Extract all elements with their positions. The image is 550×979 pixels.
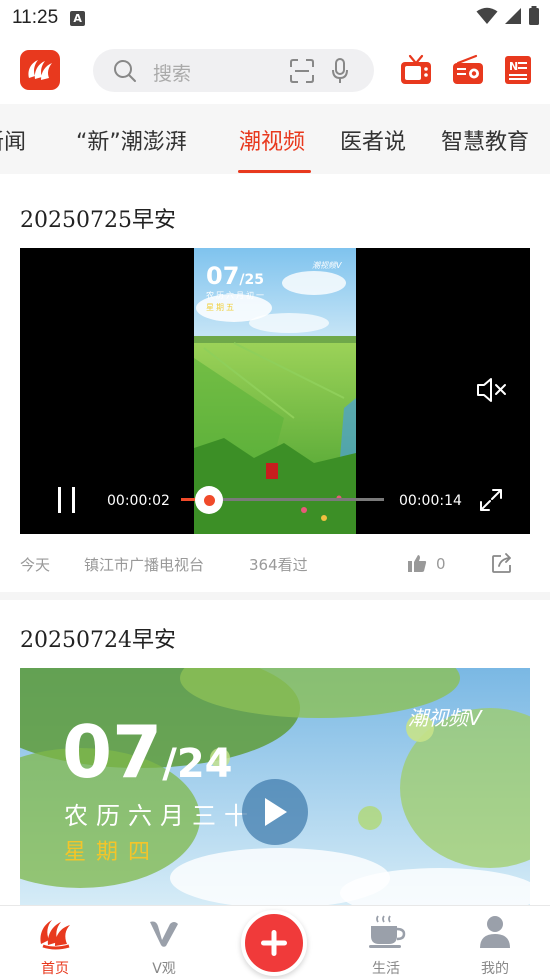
post-views: 364看过 (249, 556, 308, 574)
post-source: 镇江市广播电视台 (84, 556, 205, 574)
share-icon[interactable] (491, 552, 513, 574)
cover-date-big: 07 (62, 710, 163, 794)
coffee-cup-icon (369, 915, 406, 948)
nav-life-label: 生活 (372, 961, 400, 977)
active-tab-indicator (238, 170, 311, 173)
mic-icon[interactable] (331, 58, 349, 84)
signal-icon (505, 8, 521, 24)
plus-icon (261, 930, 287, 956)
post-title[interactable]: 20250725早安 (20, 202, 176, 234)
tab-news[interactable]: 新闻 (0, 124, 26, 156)
wifi-icon (476, 7, 498, 24)
nav-home[interactable]: 首页 (15, 906, 95, 979)
feed-divider (0, 592, 550, 600)
scan-icon[interactable] (289, 59, 315, 83)
tab-chaopengpai[interactable]: “新”潮澎湃 (76, 124, 187, 156)
play-icon (265, 798, 287, 826)
nav-mine[interactable]: 我的 (455, 906, 535, 979)
search-icon (114, 60, 136, 82)
video-weekday: 星期五 (206, 303, 236, 312)
cover-weekday: 星期四 (64, 840, 161, 865)
video-cover[interactable]: 07/24 农历六月三十 星期四 潮视频V (20, 668, 530, 906)
news-icon[interactable]: N (504, 54, 532, 86)
nav-mine-label: 我的 (481, 961, 509, 977)
current-time: 00:00:02 (107, 493, 170, 509)
channel-tabs: 新闻 “新”潮澎湃 潮视频 医者说 智慧教育 (0, 104, 550, 174)
svg-text:N: N (509, 60, 518, 73)
status-time: 11:25 (12, 7, 59, 28)
tv-icon[interactable] (400, 54, 432, 86)
tab-doctor-says[interactable]: 医者说 (340, 124, 406, 156)
publish-button[interactable] (241, 910, 307, 976)
status-bar: 11:25 A (0, 0, 550, 36)
notification-icon: A (70, 10, 86, 26)
search-placeholder: 搜索 (153, 63, 192, 85)
nav-vguan-label: V观 (152, 961, 176, 977)
video-date-small: /25 (239, 272, 265, 288)
v-icon (150, 921, 178, 947)
nav-vguan[interactable]: V观 (124, 906, 204, 979)
tab-smart-education[interactable]: 智慧教育 (441, 124, 529, 156)
video-player[interactable]: 07/25 农历六月初一 星期五 潮视频V 00:00:02 00:00:14 (20, 248, 530, 534)
cover-lunar-date: 农历六月三十 (64, 802, 256, 830)
tab-chao-video[interactable]: 潮视频 (239, 124, 305, 156)
cover-date-small: /24 (162, 741, 233, 787)
video-lunar-date: 农历六月初一 (206, 291, 266, 300)
app-header: 搜索 N (0, 40, 550, 102)
post-title[interactable]: 20250724早安 (20, 622, 176, 654)
total-time: 00:00:14 (399, 493, 462, 509)
status-icons (476, 6, 540, 26)
mute-icon[interactable] (476, 376, 508, 404)
battery-icon (529, 6, 539, 25)
search-bar[interactable]: 搜索 (93, 49, 374, 92)
app-logo[interactable] (20, 50, 60, 90)
video-date-big: 07 (206, 262, 240, 290)
cover-watermark: 潮视频V (408, 706, 482, 730)
user-icon (480, 916, 510, 948)
nav-home-label: 首页 (41, 961, 69, 977)
home-logo-icon (40, 920, 70, 950)
post-date: 今天 (20, 556, 51, 574)
like-icon[interactable] (407, 554, 427, 573)
fullscreen-icon[interactable] (479, 488, 503, 512)
like-count: 0 (436, 555, 446, 573)
pause-icon[interactable] (56, 486, 78, 514)
play-button[interactable] (242, 779, 308, 845)
nav-life[interactable]: 生活 (346, 906, 426, 979)
progress-handle[interactable] (195, 486, 223, 514)
radio-icon[interactable] (452, 54, 484, 86)
video-watermark: 潮视频V (312, 261, 342, 270)
